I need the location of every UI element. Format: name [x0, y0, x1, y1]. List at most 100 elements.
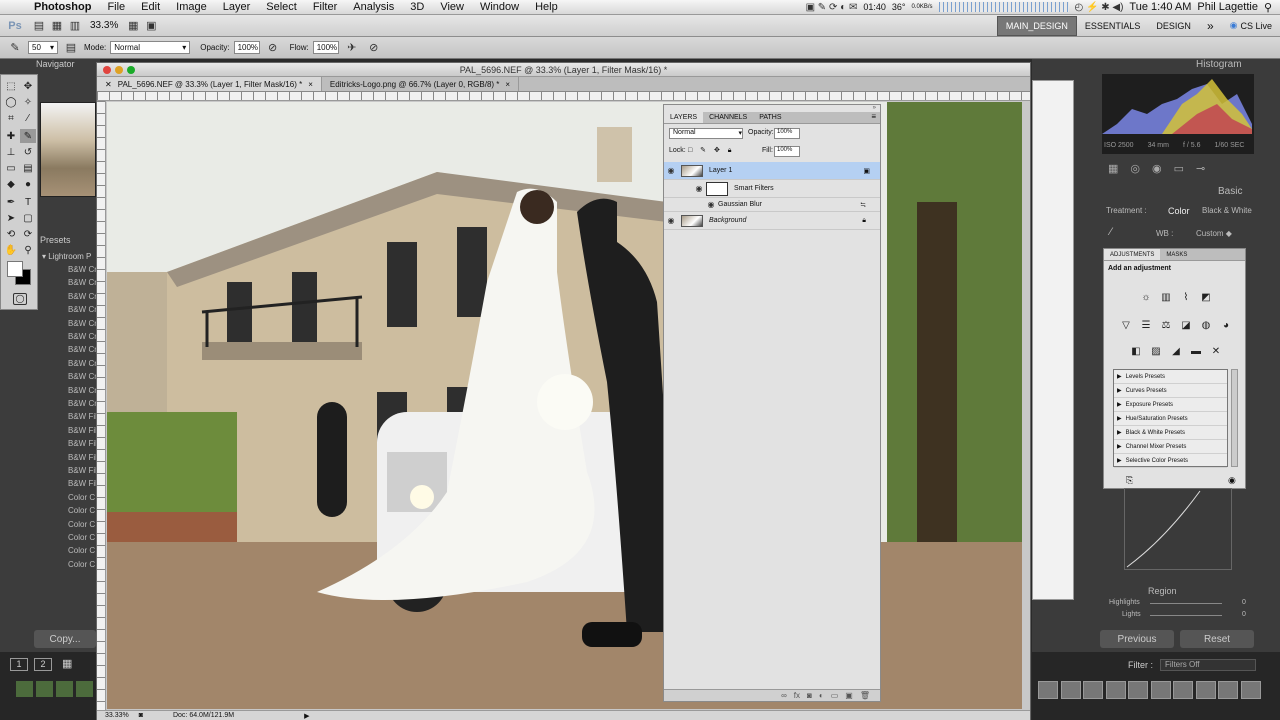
color-balance-icon[interactable]: ⚖ [1160, 319, 1172, 331]
preset-item[interactable]: Color C [68, 520, 95, 529]
posterize-icon[interactable]: ▨ [1150, 345, 1162, 357]
3d-orbit-icon[interactable]: ⟳ [20, 227, 36, 241]
copy-settings-button[interactable]: Copy... [34, 630, 96, 648]
hand-tool-icon[interactable]: ✋ [3, 243, 19, 257]
selective-color-icon[interactable]: ✕ [1210, 345, 1222, 357]
menu-window[interactable]: Window [472, 1, 527, 13]
mode-select[interactable]: Normal ▾ [110, 41, 191, 54]
gaussian-blur-row[interactable]: ◉ Gaussian Blur ≒ [664, 198, 880, 212]
preset-black-white[interactable]: ▶ Black & White Presets [1114, 426, 1227, 440]
history-brush-icon[interactable]: ↺ [20, 145, 36, 159]
new-group-icon[interactable]: ▭ [831, 691, 839, 700]
background-eye-icon[interactable]: ◉ [664, 216, 678, 225]
histogram-header[interactable]: Histogram [1196, 59, 1242, 70]
3d-rotate-icon[interactable]: ⟲ [3, 227, 19, 241]
brush-preset-picker[interactable]: 50 ▾ [28, 41, 58, 54]
graduated-filter-icon[interactable]: ▭ [1174, 162, 1184, 180]
hue-saturation-icon[interactable]: ☰ [1140, 319, 1152, 331]
screen-1-button[interactable]: 1 [10, 658, 28, 671]
preset-item[interactable]: B&W Cr [68, 265, 97, 274]
screen-2-button[interactable]: 2 [34, 658, 52, 671]
black-white-icon[interactable]: ◪ [1180, 319, 1192, 331]
arrange-documents-icon[interactable]: ▦ [124, 18, 142, 34]
preset-item[interactable]: B&W Cr [68, 359, 97, 368]
brush-panel-icon[interactable]: ▤ [62, 40, 80, 56]
return-to-list-icon[interactable]: ⎘ [1126, 475, 1133, 486]
opacity-field[interactable]: 100% [233, 41, 260, 54]
delete-layer-icon[interactable]: 🗑︎ [860, 691, 870, 700]
filmstrip-thumb[interactable] [1173, 681, 1193, 699]
menu-edit[interactable]: Edit [133, 1, 168, 13]
preset-item[interactable]: Color C [68, 560, 95, 569]
invert-icon[interactable]: ◧ [1130, 345, 1142, 357]
eraser-tool-icon[interactable]: ▭ [3, 161, 19, 175]
preset-item[interactable]: Color C [68, 493, 95, 502]
treatment-color-option[interactable]: Color [1168, 206, 1190, 216]
preset-item[interactable]: B&W Cr [68, 332, 97, 341]
filmstrip-thumb[interactable] [1060, 681, 1081, 699]
threshold-icon[interactable]: ◢ [1170, 345, 1182, 357]
layer-row-background[interactable]: ◉ Background 🔒︎ [664, 212, 880, 230]
image-canvas[interactable] [107, 102, 1022, 709]
layer-style-icon[interactable]: fx [794, 691, 800, 700]
filmstrip-thumb[interactable] [1150, 681, 1171, 699]
pressure-opacity-icon[interactable]: ⊘ [264, 40, 282, 56]
preset-item[interactable]: B&W Cr [68, 305, 97, 314]
filmstrip-thumb[interactable] [1105, 681, 1126, 699]
tab-layers[interactable]: LAYERS [664, 112, 704, 123]
filter-select[interactable]: Filters Off [1160, 659, 1256, 671]
preset-hue-saturation[interactable]: ▶ Hue/Saturation Presets [1114, 412, 1227, 426]
tab-channels[interactable]: CHANNELS [703, 112, 753, 123]
highlights-slider[interactable] [1150, 603, 1222, 604]
flow-field[interactable]: 100% [312, 41, 339, 54]
link-layers-icon[interactable]: ∞ [781, 691, 787, 700]
navigator-header[interactable]: Navigator [36, 59, 96, 69]
tab-close-icon-right[interactable]: × [308, 80, 313, 89]
crop-tool-icon[interactable]: ⌗ [3, 111, 19, 125]
layer-row-layer1[interactable]: ◉ Layer 1 ▣ [664, 162, 880, 180]
menu-layer[interactable]: Layer [215, 1, 259, 13]
workspace-main-design[interactable]: MAIN_DESIGN [996, 15, 1077, 36]
red-eye-icon[interactable]: ◉ [1152, 162, 1162, 180]
scrollbar[interactable] [1231, 369, 1238, 467]
adjustment-layer-icon[interactable]: ◐ [819, 691, 824, 700]
type-tool-icon[interactable]: T [20, 195, 36, 209]
preset-item[interactable]: B&W Fil [68, 466, 97, 475]
preset-channel-mixer[interactable]: ▶ Channel Mixer Presets [1114, 440, 1227, 454]
brightness-contrast-icon[interactable]: ☼ [1140, 291, 1152, 303]
workspace-design[interactable]: DESIGN [1148, 16, 1199, 36]
preset-item[interactable]: B&W Cr [68, 278, 97, 287]
preset-levels[interactable]: ▶ Levels Presets [1114, 370, 1227, 384]
vibrance-icon[interactable]: ▽ [1120, 319, 1132, 331]
foreground-color-swatch[interactable] [7, 261, 23, 277]
wb-select[interactable]: Custom ◆ [1196, 229, 1232, 238]
preset-item[interactable]: B&W Cr [68, 345, 97, 354]
preset-item[interactable]: B&W Cr [68, 386, 97, 395]
marquee-tool-icon[interactable]: ⬚ [3, 79, 19, 93]
preset-selective-color[interactable]: ▶ Selective Color Presets [1114, 454, 1227, 468]
menu-user[interactable]: Phil Lagettie [1197, 1, 1258, 13]
shape-tool-icon[interactable]: ▢ [20, 211, 36, 225]
move-tool-icon[interactable]: ✥ [20, 79, 36, 93]
status-menu-arrow-icon[interactable]: ▶ [304, 712, 309, 720]
path-select-icon[interactable]: ➤ [3, 211, 19, 225]
spotlight-icon[interactable]: ⚲ [1264, 1, 1272, 14]
layer1-name[interactable]: Layer 1 [709, 167, 732, 174]
tab-paths[interactable]: PATHS [753, 112, 787, 123]
layer-opacity-field[interactable]: 100% [774, 128, 800, 139]
healing-tool-icon[interactable]: ✚ [3, 129, 19, 143]
workspace-essentials[interactable]: ESSENTIALS [1077, 16, 1149, 36]
gradient-tool-icon[interactable]: ▤ [20, 161, 36, 175]
screen-mode-icon[interactable]: ▣ [142, 18, 160, 34]
blur-tool-icon[interactable]: ◆ [3, 177, 19, 191]
basic-header[interactable]: Basic [1218, 186, 1242, 197]
filmstrip-thumb[interactable] [1038, 681, 1058, 699]
tab-editricks-logo[interactable]: Editricks-Logo.png @ 66.7% (Layer 0, RGB… [322, 77, 520, 91]
smart-filters-row[interactable]: ◉ Smart Filters [664, 180, 880, 198]
preset-item[interactable]: B&W Fil [68, 439, 97, 448]
tab-adjustments[interactable]: ADJUSTMENTS [1104, 249, 1161, 260]
filmstrip-thumb[interactable] [1218, 681, 1238, 699]
preset-item[interactable]: B&W Cr [68, 372, 97, 381]
view-extras-icon[interactable]: ▥ [66, 18, 84, 34]
bridge-icon[interactable]: ▤ [30, 18, 48, 34]
